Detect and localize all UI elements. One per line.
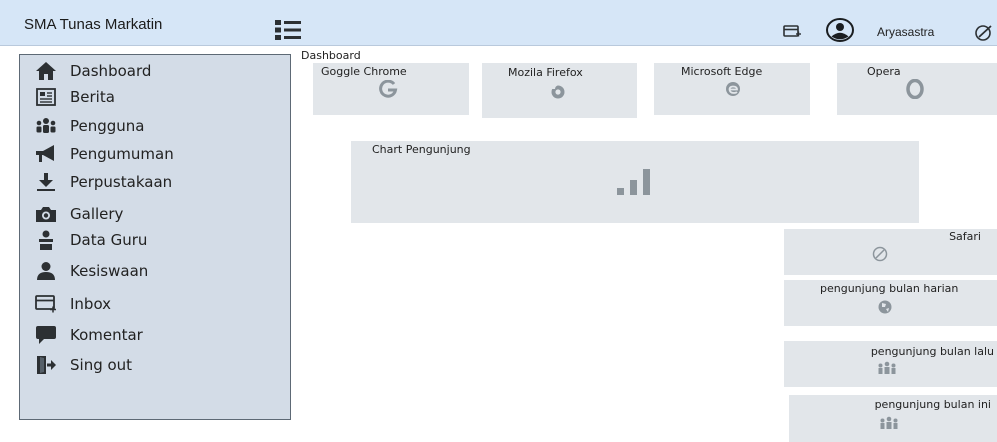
card-title: Safari bbox=[949, 230, 981, 243]
inbox-icon bbox=[34, 293, 58, 315]
avatar-icon[interactable] bbox=[825, 18, 855, 42]
sidebar-item-inbox[interactable]: Inbox bbox=[34, 291, 111, 317]
firefox-icon bbox=[549, 83, 567, 105]
sidebar-item-pengumuman[interactable]: Pengumuman bbox=[34, 141, 174, 167]
sidebar-item-label: Gallery bbox=[70, 205, 124, 223]
card-title: pengunjung bulan harian bbox=[820, 282, 959, 295]
stat-card-safari[interactable]: Safari bbox=[784, 229, 997, 275]
card-title: Mozila Firefox bbox=[508, 66, 583, 79]
top-bar: SMA Tunas Markatin Aryasastra bbox=[0, 0, 997, 46]
browser-card-edge[interactable]: Microsoft Edge bbox=[654, 63, 810, 115]
sidebar-item-data-guru[interactable]: Data Guru bbox=[34, 227, 147, 253]
sidebar-item-label: Kesiswaan bbox=[70, 262, 149, 280]
browser-card-opera[interactable]: Opera bbox=[837, 63, 997, 115]
sidebar-item-dashboard[interactable]: Dashboard bbox=[34, 58, 151, 84]
edit-icon[interactable] bbox=[974, 24, 994, 42]
users-icon bbox=[877, 360, 897, 379]
card-title: pengunjung bulan lalu bbox=[870, 345, 994, 358]
camera-icon bbox=[34, 203, 58, 225]
browser-card-firefox[interactable]: Mozila Firefox bbox=[482, 63, 637, 118]
card-title: Goggle Chrome bbox=[321, 65, 407, 78]
card-title: Chart Pengunjung bbox=[372, 143, 471, 156]
sidebar-item-label: Data Guru bbox=[70, 231, 148, 249]
sidebar-item-berita[interactable]: Berita bbox=[34, 84, 115, 110]
home-icon bbox=[34, 60, 58, 82]
sidebar-item-komentar[interactable]: Komentar bbox=[34, 322, 143, 348]
sidebar-item-label: Pengumuman bbox=[70, 145, 174, 163]
download-icon bbox=[34, 171, 58, 193]
student-icon bbox=[34, 260, 58, 282]
browser-card-chrome[interactable]: Goggle Chrome bbox=[313, 63, 469, 115]
users-icon bbox=[879, 415, 899, 434]
bar-chart-icon bbox=[617, 167, 653, 201]
stat-card-daily-visitors[interactable]: pengunjung bulan harian bbox=[784, 280, 997, 326]
sidebar-item-label: Perpustakaan bbox=[70, 173, 173, 191]
edge-icon bbox=[724, 80, 742, 102]
breadcrumb: Dashboard bbox=[301, 49, 361, 62]
sidebar-item-label: Sing out bbox=[70, 356, 133, 374]
sidebar-item-label: Inbox bbox=[70, 295, 112, 313]
sidebar-item-kesiswaan[interactable]: Kesiswaan bbox=[34, 258, 148, 284]
visitor-chart-card[interactable]: Chart Pengunjung bbox=[351, 141, 919, 223]
sidebar-item-sign-out[interactable]: Sing out bbox=[34, 352, 132, 378]
stat-card-this-month[interactable]: pengunjung bulan ini bbox=[789, 395, 997, 442]
globe-icon bbox=[877, 299, 893, 319]
signout-icon bbox=[34, 354, 58, 376]
megaphone-icon bbox=[34, 143, 58, 165]
menu-icon[interactable] bbox=[275, 19, 301, 41]
card-title: pengunjung bulan ini bbox=[874, 398, 991, 411]
google-icon bbox=[377, 79, 399, 102]
teacher-icon bbox=[34, 229, 58, 251]
stat-card-last-month[interactable]: pengunjung bulan lalu bbox=[784, 341, 997, 387]
opera-icon bbox=[906, 78, 924, 103]
newspaper-icon bbox=[34, 86, 58, 108]
sidebar: Dashboard Berita Pengguna Pengumuman Per… bbox=[19, 54, 291, 420]
sidebar-item-gallery[interactable]: Gallery bbox=[34, 201, 123, 227]
sidebar-item-label: Berita bbox=[70, 88, 115, 106]
compass-icon bbox=[872, 246, 888, 266]
username[interactable]: Aryasastra bbox=[877, 25, 934, 39]
app-title: SMA Tunas Markatin bbox=[24, 16, 163, 33]
card-title: Opera bbox=[867, 65, 901, 78]
card-title: Microsoft Edge bbox=[681, 65, 763, 78]
sidebar-item-label: Pengguna bbox=[70, 117, 145, 135]
sidebar-item-perpustakaan[interactable]: Perpustakaan bbox=[34, 169, 172, 195]
sidebar-item-label: Dashboard bbox=[70, 62, 152, 80]
inbox-icon[interactable] bbox=[783, 24, 801, 38]
sidebar-item-pengguna[interactable]: Pengguna bbox=[34, 113, 145, 139]
sidebar-item-label: Komentar bbox=[70, 326, 143, 344]
comment-icon bbox=[34, 324, 58, 346]
users-icon bbox=[34, 115, 58, 137]
